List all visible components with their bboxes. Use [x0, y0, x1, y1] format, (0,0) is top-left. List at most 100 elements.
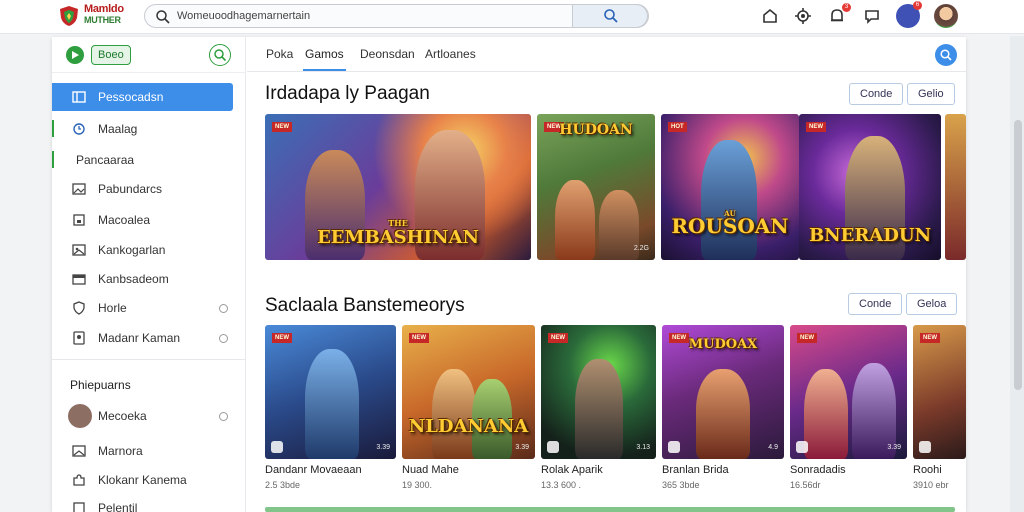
settings-gear-icon[interactable] — [793, 6, 813, 26]
image-icon — [72, 445, 86, 457]
game-card-2[interactable]: NEW 3.13 — [541, 325, 656, 459]
sidebar-item-8[interactable]: Madanr Kaman — [52, 324, 246, 352]
sidebar-item-label: Horle — [98, 301, 127, 315]
game-card-5[interactable]: NEW — [913, 325, 966, 459]
card-number: 3.39 — [515, 444, 529, 451]
featured-card-2[interactable]: HOT AU ROUSOAN — [661, 114, 799, 260]
tab-bar: Poka Gamos Deonsdan Artloanes — [247, 37, 966, 72]
featured-card-1[interactable]: NEW HUDOAN 2.2G — [537, 114, 655, 260]
channel-item-0[interactable]: Mecoeka — [52, 402, 246, 430]
card-number: 2.2G — [633, 245, 649, 252]
hero-figure — [804, 369, 848, 459]
search-button[interactable] — [572, 4, 648, 28]
search-input[interactable]: Womeuoodhagemarnertain — [177, 10, 310, 22]
search-icon — [940, 49, 952, 61]
home-icon[interactable] — [760, 6, 780, 26]
game-name[interactable]: Branlan Brida — [662, 464, 729, 476]
game-card-1[interactable]: NEW NLDANANA 3.39 — [402, 325, 535, 459]
section1-button-1[interactable]: Conde — [849, 83, 904, 105]
game-name[interactable]: Dandanr Movaeaan — [265, 464, 362, 476]
sidebar: Boeo Pessocadsn Maalag Pancaaraa Pabunda… — [52, 37, 246, 512]
sidebar-item-4[interactable]: Macoalea — [52, 206, 246, 234]
tab-2[interactable]: Deonsdan — [360, 47, 415, 61]
sidebar-item-5[interactable]: Kankogarlan — [52, 236, 246, 264]
app-icon — [668, 441, 680, 453]
card-icon — [72, 274, 86, 285]
sidebar-item-label: Macoalea — [98, 213, 151, 227]
logo-line2: MUTHER — [84, 15, 121, 25]
channel-item-1[interactable]: Marnora — [52, 437, 246, 465]
sidebar-search-button[interactable] — [209, 44, 231, 66]
play-logo-icon[interactable] — [66, 46, 84, 64]
card-title: HUDOAN — [559, 122, 633, 138]
card-number: 3.39 — [887, 444, 901, 451]
sidebar-item-label: Madanr Kaman — [98, 331, 181, 345]
shield-logo-icon — [60, 6, 78, 26]
game-name[interactable]: Nuad Mahe — [402, 464, 459, 476]
square-icon — [73, 214, 85, 226]
card-tag: NEW — [272, 122, 292, 132]
card-tag: NEW — [409, 333, 429, 343]
game-meta: 16.56dr — [790, 480, 821, 490]
sidebar-item-7[interactable]: Horle — [52, 294, 246, 322]
tab-1[interactable]: Gamos — [303, 47, 346, 71]
toggle-dot-icon[interactable] — [219, 304, 228, 313]
sidebar-item-label: Pabundarcs — [98, 182, 163, 196]
channel-item-2[interactable]: Klokanr Kanema — [52, 466, 246, 494]
sidebar-divider — [52, 359, 246, 360]
sidebar-item-1[interactable]: Maalag — [52, 115, 246, 143]
notification-bell[interactable]: 3 — [827, 3, 851, 26]
hero-figure — [575, 359, 623, 459]
sidebar-item-0[interactable]: Pessocadsn — [52, 83, 233, 111]
messages-button[interactable] — [862, 6, 882, 26]
game-name[interactable]: Sonradadis — [790, 464, 846, 476]
page-scrollbar[interactable] — [1014, 120, 1022, 390]
notification-badge: 3 — [842, 3, 851, 12]
game-name[interactable]: Rolak Aparik — [541, 464, 603, 476]
profile-avatar-secondary[interactable]: 6 — [896, 1, 922, 28]
sidebar-item-label: Pessocadsn — [98, 90, 164, 104]
section1-button-2[interactable]: Gelio — [907, 83, 955, 105]
section2-button-2[interactable]: Geloa — [906, 293, 958, 315]
app-window: Boeo Pessocadsn Maalag Pancaaraa Pabunda… — [52, 37, 966, 512]
game-meta: 13.3 600 . — [541, 480, 582, 490]
channel-avatar — [68, 404, 92, 428]
photo-icon — [72, 183, 86, 195]
tab-search-button[interactable] — [935, 44, 957, 66]
sidebar-item-2[interactable]: Pancaaraa — [52, 146, 246, 174]
user-avatar[interactable] — [934, 4, 958, 28]
toggle-dot-icon[interactable] — [219, 412, 228, 421]
clock-icon — [73, 123, 85, 135]
card-title: MUDOAX — [688, 337, 758, 352]
film-icon — [73, 502, 85, 512]
channel-item-3[interactable]: Pelentil — [52, 494, 246, 512]
game-card-4[interactable]: NEW 3.39 — [790, 325, 907, 459]
tab-0[interactable]: Poka — [266, 47, 293, 61]
app-icon — [796, 441, 808, 453]
badge-icon — [73, 331, 85, 345]
logo-wordmark: Mamldo MUTHER — [84, 4, 124, 26]
sidebar-item-6[interactable]: Kanbsadeom — [52, 265, 246, 293]
featured-card-0[interactable]: NEW THE EEMBASHINAN — [265, 114, 531, 260]
card-tag: HOT — [668, 122, 687, 132]
search-bar[interactable]: Womeuoodhagemarnertain — [144, 4, 649, 28]
tab-3[interactable]: Artloanes — [425, 47, 476, 61]
app-icon — [919, 441, 931, 453]
featured-card-partial[interactable] — [945, 114, 966, 260]
sidebar-item-3[interactable]: Pabundarcs — [52, 175, 246, 203]
game-card-0[interactable]: NEW 3.39 — [265, 325, 396, 459]
channel-label: Klokanr Kanema — [98, 473, 187, 487]
featured-card-3[interactable]: NEW BNERADUN — [799, 114, 941, 260]
main-content: Poka Gamos Deonsdan Artloanes Irdadapa l… — [247, 37, 966, 512]
toggle-dot-icon[interactable] — [219, 334, 228, 343]
brand-pill[interactable]: Boeo — [91, 45, 131, 65]
section2-button-1[interactable]: Conde — [848, 293, 903, 315]
card-title: NLDANANA — [408, 416, 529, 437]
game-card-3[interactable]: NEW MUDOAX 4.9 — [662, 325, 784, 459]
site-logo[interactable]: Mamldo MUTHER — [58, 4, 138, 28]
game-name[interactable]: Roohi — [913, 464, 942, 476]
hero-figure — [701, 140, 757, 260]
card-title: ROUSOAN — [671, 214, 789, 238]
app-icon — [547, 441, 559, 453]
section2-title: Saclaala Banstemeorys — [265, 295, 465, 316]
